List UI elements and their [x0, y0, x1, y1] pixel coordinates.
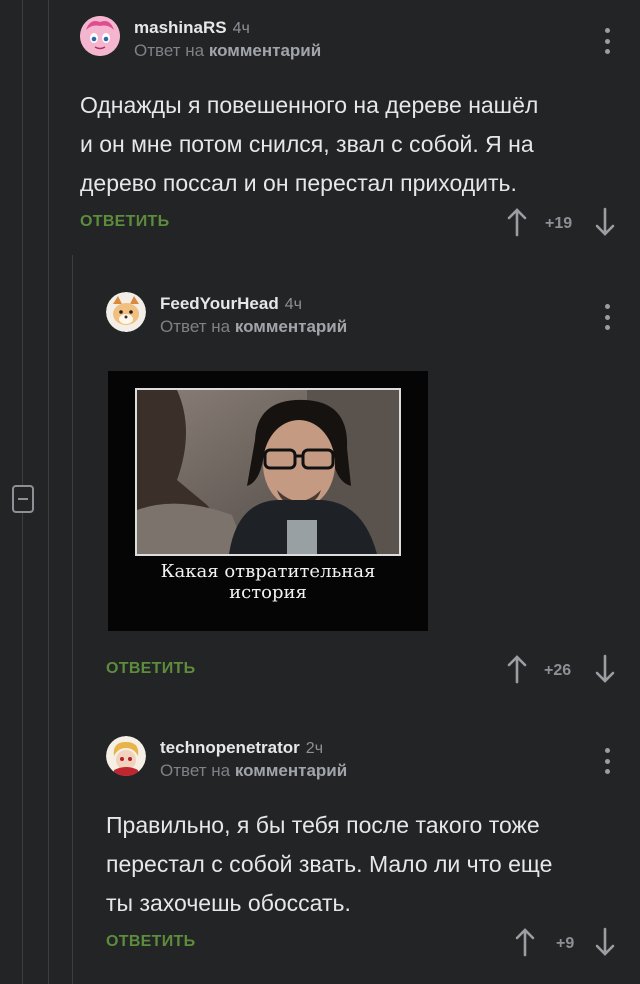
reply-button[interactable]: ОТВЕТИТЬ	[80, 213, 169, 231]
arrow-down-icon[interactable]	[594, 207, 616, 237]
rating: +9	[556, 935, 575, 952]
reply-to: Ответ на комментарий	[134, 41, 321, 61]
avatar[interactable]	[106, 292, 146, 332]
comment-line: Однажды я повешенного на дереве нашёл	[80, 92, 539, 118]
comment-time: 4ч	[284, 296, 302, 313]
reply-button[interactable]: ОТВЕТИТЬ	[106, 933, 195, 951]
username-text[interactable]: mashinaRS	[134, 18, 227, 37]
comment-line: Правильно, я бы тебя после такого тоже	[106, 812, 540, 838]
comment-feedyourhead: FeedYourHead 4ч Ответ на комментарий	[106, 290, 640, 346]
avatar[interactable]	[80, 16, 120, 56]
photo	[135, 388, 401, 556]
rating: +19	[545, 215, 573, 232]
comment-header: mashinaRS 4ч Ответ на комментарий	[80, 14, 640, 70]
reply-to-link[interactable]: комментарий	[235, 761, 347, 780]
username[interactable]: FeedYourHead 4ч	[160, 294, 302, 314]
username[interactable]: mashinaRS 4ч	[134, 18, 250, 38]
reply-to-prefix: Ответ на	[160, 317, 231, 336]
comment-header: FeedYourHead 4ч Ответ на комментарий	[106, 290, 640, 346]
comment-feedyourhead-actions: ОТВЕТИТЬ +26	[106, 652, 640, 692]
comment-text: Правильно, я бы тебя после такого тоже п…	[106, 806, 640, 923]
username-text[interactable]: FeedYourHead	[160, 294, 279, 313]
thread-line-outer	[22, 0, 23, 485]
comment-text: Однажды я повешенного на дереве нашёл и …	[80, 86, 640, 203]
more-vertical-icon[interactable]	[604, 748, 610, 774]
rating: +26	[544, 662, 572, 679]
arrow-down-icon[interactable]	[594, 927, 616, 957]
arrow-up-icon[interactable]	[506, 654, 528, 684]
reply-to-link[interactable]: комментарий	[209, 41, 321, 60]
comment-line: дерево поссал и он перестал приходить.	[80, 170, 517, 196]
comment-technopenetrator: technopenetrator 2ч Ответ на комментарий …	[106, 734, 640, 965]
comment-line: ты захочешь обоссать.	[106, 890, 351, 916]
comment-header: technopenetrator 2ч Ответ на комментарий	[106, 734, 640, 790]
comment-line: и он мне потом снился, звал с собой. Я н…	[80, 131, 534, 157]
reply-button[interactable]: ОТВЕТИТЬ	[106, 660, 195, 678]
comment-image[interactable]: Какая отвратительная история	[108, 371, 428, 631]
comment-time: 4ч	[232, 20, 250, 37]
avatar[interactable]	[106, 736, 146, 776]
reply-to: Ответ на комментарий	[160, 317, 347, 337]
comment-actions: ОТВЕТИТЬ +26	[106, 652, 640, 692]
image-caption: Какая отвратительная история	[108, 561, 428, 603]
comment-actions: ОТВЕТИТЬ +9	[106, 925, 640, 965]
more-vertical-icon[interactable]	[604, 28, 610, 54]
thread-line-outer-lower	[22, 513, 23, 984]
reply-to-prefix: Ответ на	[160, 761, 231, 780]
username[interactable]: technopenetrator 2ч	[160, 738, 323, 758]
arrow-up-icon[interactable]	[514, 927, 536, 957]
thread-line-nested	[72, 255, 73, 984]
comment-actions: ОТВЕТИТЬ +19	[80, 205, 640, 245]
arrow-down-icon[interactable]	[594, 654, 616, 684]
comment-time: 2ч	[305, 740, 324, 757]
username-text[interactable]: technopenetrator	[160, 738, 300, 757]
collapse-thread-icon[interactable]	[12, 485, 34, 513]
arrow-up-icon[interactable]	[506, 207, 528, 237]
more-vertical-icon[interactable]	[604, 304, 610, 330]
comment-line: перестал с собой звать. Мало ли что еще	[106, 851, 553, 877]
reply-to-prefix: Ответ на	[134, 41, 205, 60]
comment-mashinars: mashinaRS 4ч Ответ на комментарий Однажды…	[80, 14, 640, 245]
reply-to-link[interactable]: комментарий	[235, 317, 347, 336]
caption-line: Какая отвратительная	[160, 561, 376, 582]
thread-line-inner	[48, 0, 49, 984]
reply-to: Ответ на комментарий	[160, 761, 347, 781]
caption-line: история	[229, 582, 307, 603]
